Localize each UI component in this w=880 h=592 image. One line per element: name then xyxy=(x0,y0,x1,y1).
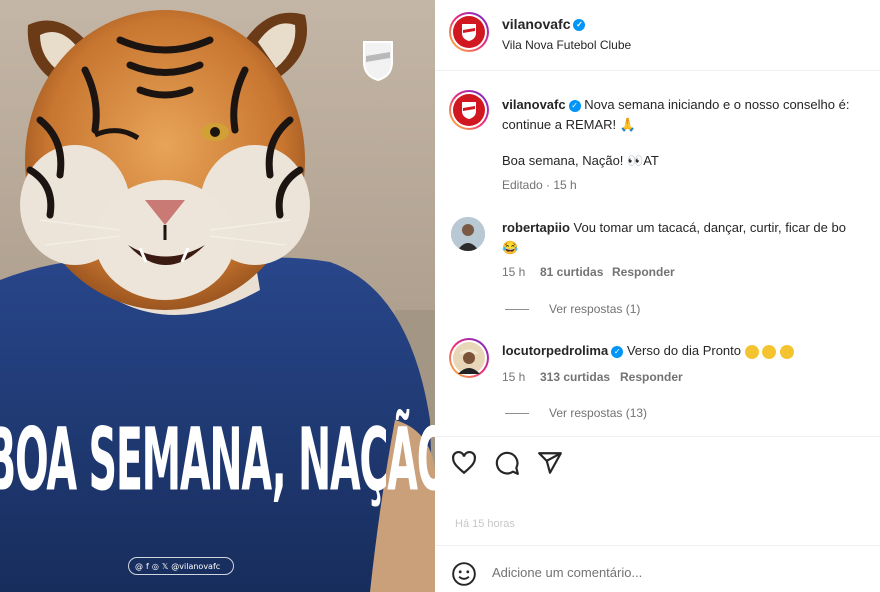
facebook-icon: f xyxy=(146,561,149,571)
header-username-text[interactable]: vilanovafc xyxy=(502,16,570,32)
club-crest-watermark xyxy=(363,41,393,82)
club-crest-icon xyxy=(462,102,476,119)
comment-icon[interactable] xyxy=(494,450,520,476)
comment-2-text: Verso do dia Pronto xyxy=(626,343,742,358)
laughing-emoji-icon xyxy=(744,344,759,359)
profile-photo-icon xyxy=(453,342,485,374)
post-image[interactable]: BOA SEMANA, NAÇÃO! @ f ◎ 𝕏 @vilanovafc xyxy=(0,0,435,592)
header-subtitle: Vila Nova Futebol Clube xyxy=(502,38,632,52)
comment-1: robertapiio Vou tomar um tacacá, dançar,… xyxy=(502,218,846,238)
caption-avatar[interactable] xyxy=(449,90,489,130)
social-handle-pill: @ f ◎ 𝕏 @vilanovafc xyxy=(128,557,234,575)
header-divider xyxy=(435,70,880,71)
instagram-icon: ◎ xyxy=(151,561,159,571)
comment-input[interactable]: Adicione um comentário... xyxy=(492,565,642,580)
comment-avatar-locutorpedrolima[interactable] xyxy=(449,338,489,378)
caption-edited: Editado · 15 h xyxy=(502,178,577,192)
action-bar xyxy=(451,450,563,476)
comment-2-time: 15 h xyxy=(502,370,526,384)
emoji-icon[interactable] xyxy=(451,561,477,587)
social-handle: @vilanovafc xyxy=(171,561,221,571)
share-icon[interactable] xyxy=(537,450,563,476)
actions-divider xyxy=(435,436,880,437)
comment-2-reply-button[interactable]: Responder xyxy=(620,370,683,384)
club-crest-icon xyxy=(462,24,476,41)
laughing-emoji-icon xyxy=(779,344,794,359)
comment-1-likes[interactable]: 81 curtidas xyxy=(540,265,603,279)
post-headline: BOA SEMANA, NAÇÃO! xyxy=(0,411,435,512)
comment-2-view-replies[interactable]: Ver respostas (13) xyxy=(549,406,647,420)
comment-2: locutorpedrolima ✓ Verso do dia Pronto xyxy=(502,341,794,361)
post-timestamp: Há 15 horas xyxy=(455,518,515,530)
caption-text: vilanovafc ✓ Nova semana iniciando e o no… xyxy=(502,95,880,135)
caption-username[interactable]: vilanovafc xyxy=(502,97,566,112)
verified-badge-icon: ✓ xyxy=(611,345,624,358)
caption-line-2: Boa semana, Nação! 👀AT xyxy=(502,153,659,168)
composer-divider xyxy=(435,545,880,546)
comment-1-text: Vou tomar um tacacá, dançar, curtir, fic… xyxy=(573,220,846,235)
laughing-emoji-icon xyxy=(762,344,777,359)
comment-2-username[interactable]: locutorpedrolima xyxy=(502,343,608,358)
profile-photo-icon xyxy=(451,217,485,251)
post-sidebar: vilanovafc ✓ Vila Nova Futebol Clube vila… xyxy=(435,0,880,592)
comment-avatar-robertapiio[interactable] xyxy=(451,217,485,251)
comment-1-view-replies[interactable]: Ver respostas (1) xyxy=(549,302,640,316)
replies-line xyxy=(505,413,529,414)
threads-icon: @ xyxy=(135,561,143,571)
comment-1-username[interactable]: robertapiio xyxy=(502,220,570,235)
comment-1-text-line2: 😂 xyxy=(502,240,519,255)
header-avatar[interactable] xyxy=(449,12,489,52)
comment-1-reply-button[interactable]: Responder xyxy=(612,265,675,279)
verified-badge-icon: ✓ xyxy=(573,19,586,32)
x-icon: 𝕏 xyxy=(161,561,169,571)
verified-badge-icon: ✓ xyxy=(568,99,581,112)
header-username[interactable]: vilanovafc ✓ xyxy=(502,16,586,32)
replies-line xyxy=(505,309,529,310)
heart-icon[interactable] xyxy=(451,450,477,476)
comment-2-likes[interactable]: 313 curtidas xyxy=(540,370,610,384)
comment-1-time: 15 h xyxy=(502,265,526,279)
